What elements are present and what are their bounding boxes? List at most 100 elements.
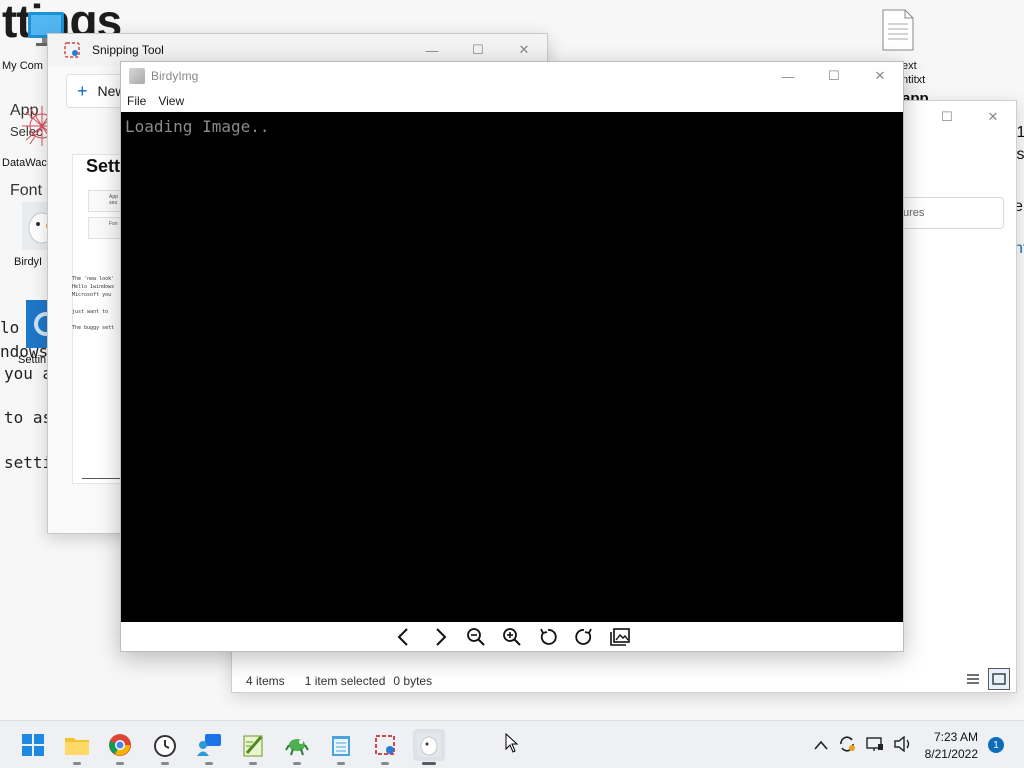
start-icon [22, 734, 44, 756]
snipping-tool-app-icon [64, 42, 80, 58]
notification-badge[interactable]: 1 [988, 737, 1004, 753]
taskbar-chrome[interactable] [104, 729, 136, 765]
text-file-label: ntitxt [902, 74, 926, 86]
zoom-out-button[interactable] [463, 624, 489, 650]
image-toolbar [121, 622, 903, 651]
zoom-in-button[interactable] [499, 624, 525, 650]
explorer-maximize-button[interactable]: ☐ [924, 101, 970, 133]
taskbar-file-explorer[interactable] [61, 729, 93, 765]
taskbar-people-chat[interactable] [193, 729, 225, 765]
notepad-plus-icon [243, 735, 263, 757]
background-line-you: you a [4, 364, 53, 383]
snip-preview-text-5: just want to [72, 309, 109, 315]
gallery-icon [610, 627, 630, 646]
text-file-desktop-icon[interactable] [866, 8, 930, 55]
image-canvas[interactable]: Loading Image.. [121, 112, 903, 622]
close-icon: ✕ [987, 109, 999, 124]
selection-status: 1 item selected 0 bytes [305, 674, 432, 688]
network-button[interactable] [866, 736, 884, 755]
birdyimg-maximize-button[interactable]: ☐ [811, 62, 857, 90]
taskbar-clock-app[interactable] [149, 729, 181, 765]
running-indicator [422, 762, 436, 765]
maximize-icon: ☐ [472, 42, 484, 57]
clock-app-icon [154, 735, 176, 757]
birdyimg-minimize-button[interactable]: — [765, 62, 811, 90]
snip-preview-text-7: The buggy sett [72, 325, 115, 331]
speaker-icon [894, 735, 910, 752]
background-line-setti: setti [4, 453, 53, 472]
clock-date: 8/21/2022 [924, 747, 978, 761]
snip-preview-title: Sett [86, 156, 121, 176]
loading-status: Loading Image.. [125, 117, 270, 136]
birdyimg-titlebar[interactable]: BirdyImg — ☐ ✕ [121, 62, 903, 90]
chevron-left-icon [397, 627, 408, 646]
selected-count: 1 item selected [304, 674, 386, 688]
running-indicator [381, 762, 389, 765]
explorer-close-button[interactable]: ✕ [970, 101, 1016, 133]
document-icon [882, 9, 914, 51]
people-chat-icon [197, 734, 221, 756]
previous-image-button[interactable] [391, 624, 417, 650]
text-label: ext [902, 60, 917, 72]
background-line-to: to as [4, 408, 53, 427]
maximize-icon: ☐ [941, 109, 953, 124]
gecko-app-icon [285, 739, 309, 756]
taskbar-notepad[interactable] [325, 729, 357, 765]
maximize-icon: ☐ [828, 68, 840, 83]
chevron-up-icon [814, 740, 828, 750]
menu-file[interactable]: File [127, 94, 146, 108]
taskbar-notepad-plus[interactable] [237, 729, 269, 765]
rotate-left-icon [540, 628, 557, 645]
explorer-window-controls: ☐ ✕ [924, 101, 1016, 133]
details-view-button[interactable] [962, 668, 984, 690]
snipping-tool-title: Snipping Tool [92, 43, 164, 57]
plus-icon: + [77, 80, 88, 101]
chevron-right-icon [436, 627, 447, 646]
zoom-out-icon [467, 627, 485, 646]
sync-status-button[interactable] [838, 735, 856, 756]
snip-preview-divider [82, 478, 122, 479]
next-image-button[interactable] [427, 624, 453, 650]
tile-view-icon [992, 673, 1006, 685]
snip-preview-text-1: The 'new look' [72, 276, 115, 282]
snip-preview-text-3: Microsoft you [72, 292, 112, 298]
minimize-icon: — [425, 42, 439, 58]
explorer-view-toggles [962, 668, 1010, 690]
rotate-right-icon [575, 628, 592, 645]
birdyimg-menubar: File View [121, 90, 903, 112]
show-hidden-icons-button[interactable] [814, 737, 828, 753]
gallery-button[interactable] [607, 624, 633, 650]
item-count: 4 items [246, 674, 285, 688]
explorer-status-bar: 4 items 1 item selected 0 bytes [246, 674, 432, 688]
close-icon: ✕ [874, 68, 886, 83]
chrome-icon [109, 734, 131, 756]
mouse-cursor-icon [505, 733, 519, 753]
birdyimg-title: BirdyImg [151, 69, 199, 83]
rotate-left-button[interactable] [535, 624, 561, 650]
birdyimg-window-controls: — ☐ ✕ [765, 62, 903, 90]
system-tray [814, 721, 912, 768]
volume-button[interactable] [894, 735, 912, 755]
clock-time: 7:23 AM [933, 730, 978, 744]
notepad-icon [332, 736, 350, 756]
list-view-icon [967, 674, 979, 684]
running-indicator [161, 762, 169, 765]
file-explorer-icon [65, 738, 89, 755]
zoom-in-icon [503, 627, 521, 646]
settings-label: Settin [18, 354, 47, 366]
sync-icon [840, 735, 855, 752]
taskbar-gecko-app[interactable] [281, 729, 313, 765]
datawag-label: DataWac [2, 157, 47, 169]
taskbar-clock[interactable]: 7:23 AM 8/21/2022 [925, 729, 978, 763]
menu-view[interactable]: View [158, 94, 184, 108]
birdyimg-close-button[interactable]: ✕ [857, 62, 903, 90]
taskbar-snipping-tool[interactable] [369, 729, 401, 765]
tiles-view-button[interactable] [988, 668, 1010, 690]
taskbar-birdyimg[interactable] [413, 729, 445, 765]
snipping-tool-icon [375, 735, 395, 755]
birdyimg-window[interactable]: BirdyImg — ☐ ✕ File View Loading Image.. [120, 61, 904, 652]
rotate-right-button[interactable] [571, 624, 597, 650]
start-button[interactable] [17, 729, 49, 761]
snip-preview-text-2: Hello 1windows [72, 284, 115, 290]
minimize-icon: — [781, 68, 795, 84]
